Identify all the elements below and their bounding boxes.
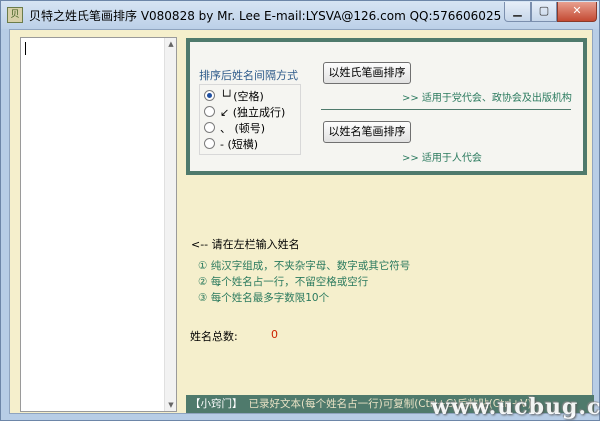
radio-label: - (短横) — [220, 137, 259, 151]
radio-label: 、 (顿号) — [220, 121, 266, 135]
vertical-scrollbar[interactable]: ▲ ▼ — [164, 38, 176, 411]
panel-divider — [321, 109, 571, 110]
sort-by-name-button[interactable]: 以姓名笔画排序 — [323, 121, 411, 143]
window-title: 贝特之姓氏笔画排序 V080828 by Mr. Lee E-mail:LYSV… — [29, 9, 502, 23]
app-icon[interactable]: 贝 — [7, 7, 23, 23]
separator-label: 排序后姓名间隔方式 — [199, 69, 298, 82]
sort-by-name-hint: >> 适用于人代会 — [402, 153, 482, 164]
radio-label: ↙ (独立成行) — [220, 105, 286, 119]
radio-button[interactable] — [204, 122, 215, 133]
minimize-button[interactable]: ▁ — [504, 2, 531, 22]
instructions-title: <-- 请在左栏输入姓名 — [191, 238, 300, 251]
separator-radio-group: └┘(空格) ↙ (独立成行) 、 (顿号) - (短横) — [199, 84, 301, 155]
radio-dash[interactable]: - (短横) — [204, 136, 258, 151]
radio-space[interactable]: └┘(空格) — [204, 88, 264, 103]
title-bar[interactable]: 贝 贝特之姓氏笔画排序 V080828 by Mr. Lee E-mail:LY… — [1, 1, 599, 29]
close-button[interactable]: ✕ — [557, 2, 597, 22]
text-caret — [25, 42, 26, 55]
close-icon: ✕ — [572, 4, 582, 17]
radio-button[interactable] — [204, 138, 215, 149]
client-area: ▲ ▼ 排序后姓名间隔方式 └┘(空格) ↙ (独立成行) 、 (顿号) - (… — [9, 29, 594, 414]
tip-label: 【小窍门】 — [190, 398, 243, 410]
instruction-item: ③ 每个姓名最多字数限10个 — [198, 292, 330, 304]
maximize-icon: ▢ — [538, 4, 550, 17]
sort-by-surname-hint: >> 适用于党代会、政协会及出版机构 — [402, 93, 572, 104]
radio-comma[interactable]: 、 (顿号) — [204, 120, 265, 135]
name-count-label: 姓名总数: — [190, 330, 238, 343]
maximize-button[interactable]: ▢ — [531, 2, 557, 22]
options-panel: 排序后姓名间隔方式 └┘(空格) ↙ (独立成行) 、 (顿号) - (短横) — [186, 38, 587, 175]
radio-button[interactable] — [204, 106, 215, 117]
radio-newline[interactable]: ↙ (独立成行) — [204, 104, 285, 119]
radio-button[interactable] — [204, 90, 215, 101]
name-count-value: 0 — [271, 328, 278, 341]
names-input[interactable]: ▲ ▼ — [20, 37, 177, 412]
scroll-down-icon[interactable]: ▼ — [165, 399, 177, 411]
watermark: www.ucbug.cc — [431, 394, 600, 420]
instruction-item: ① 纯汉字组成，不夹杂字母、数字或其它符号 — [198, 260, 411, 272]
scroll-up-icon[interactable]: ▲ — [165, 38, 177, 50]
app-window: 贝 贝特之姓氏笔画排序 V080828 by Mr. Lee E-mail:LY… — [0, 0, 600, 421]
radio-label: └┘(空格) — [220, 89, 264, 103]
instruction-item: ② 每个姓名占一行，不留空格或空行 — [198, 276, 369, 288]
minimize-icon: ▁ — [513, 4, 522, 17]
sort-by-surname-button[interactable]: 以姓氏笔画排序 — [323, 62, 411, 84]
